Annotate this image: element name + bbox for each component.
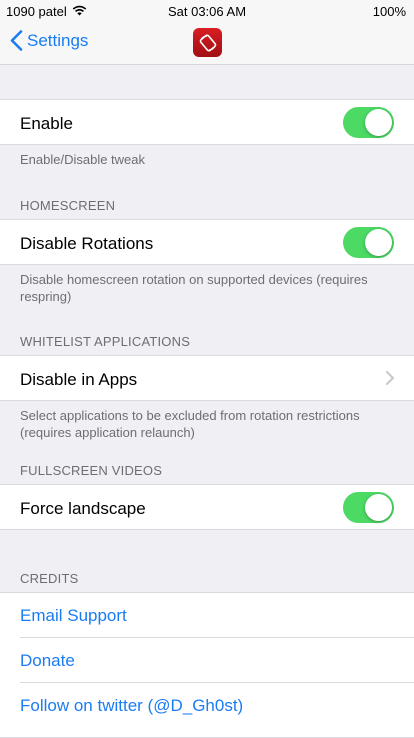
credits-header: CREDITS [20, 571, 79, 586]
toggle-knob [365, 109, 392, 136]
credits-group: Email Support Donate Follow on twitter (… [0, 592, 414, 738]
enable-label: Enable [20, 114, 73, 133]
chevron-right-icon [386, 371, 394, 385]
navigation-bar: Settings [0, 22, 414, 65]
disable-rotations-toggle[interactable] [343, 227, 394, 258]
enable-toggle[interactable] [343, 107, 394, 138]
twitter-link[interactable]: Follow on twitter (@D_Gh0st) [20, 696, 243, 716]
donate-link[interactable]: Donate [20, 651, 75, 671]
force-landscape-toggle[interactable] [343, 492, 394, 523]
email-support-link[interactable]: Email Support [20, 606, 127, 626]
whitelist-header: WHITELIST APPLICATIONS [20, 334, 191, 349]
enable-cell: Enable [0, 99, 414, 145]
back-button[interactable]: Settings [10, 30, 88, 51]
disable-rotations-cell: Disable Rotations [0, 219, 414, 265]
disable-in-apps-cell[interactable]: Disable in Apps [0, 355, 414, 401]
whitelist-footer: Select applications to be excluded from … [20, 408, 360, 440]
battery-level: 100% [372, 4, 406, 19]
force-landscape-label: Force landscape [20, 499, 146, 518]
divider [20, 637, 414, 638]
homescreen-header: HOMESCREEN [20, 198, 116, 213]
tweak-app-icon [193, 28, 222, 57]
divider [20, 682, 414, 683]
status-time: Sat 03:06 AM [167, 4, 247, 19]
back-label: Settings [27, 30, 89, 50]
disable-rotations-label: Disable Rotations [20, 234, 154, 253]
enable-footer: Enable/Disable tweak [20, 152, 146, 167]
disable-in-apps-label: Disable in Apps [20, 370, 138, 389]
status-bar: 1090 patel Sat 03:06 AM 100% [0, 0, 414, 22]
toggle-knob [365, 494, 392, 521]
fullscreen-header: FULLSCREEN VIDEOS [20, 463, 163, 478]
homescreen-footer: Disable homescreen rotation on supported… [20, 272, 368, 304]
toggle-knob [365, 229, 392, 256]
chevron-left-icon [10, 30, 23, 51]
force-landscape-cell: Force landscape [0, 484, 414, 530]
